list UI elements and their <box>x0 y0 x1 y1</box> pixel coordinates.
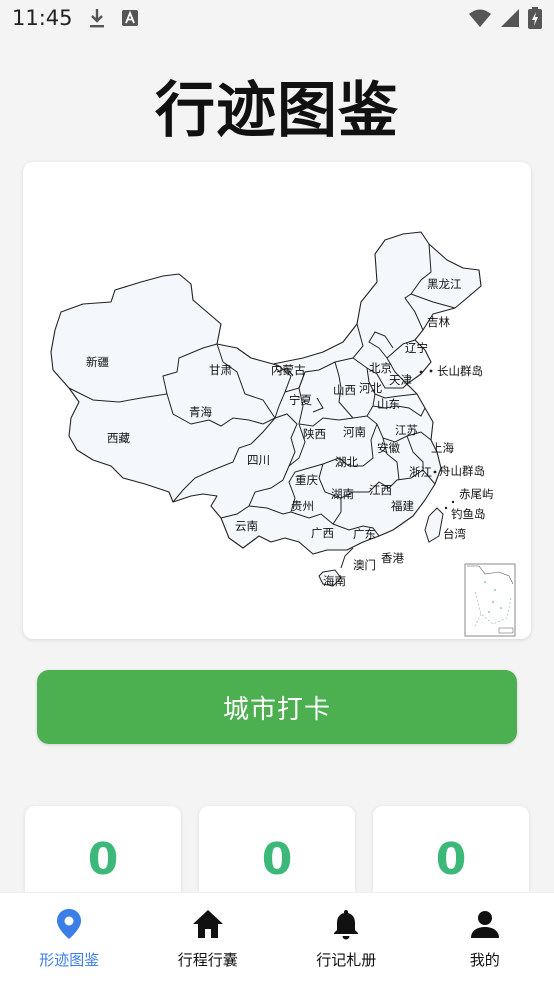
status-time: 11:45 <box>12 6 73 30</box>
page-title: 行迹图鉴 <box>155 76 399 146</box>
nav-label-journal: 行记札册 <box>316 951 377 969</box>
province-label-hainan[interactable]: 海南 <box>323 574 346 588</box>
nav-label-trips: 行程行囊 <box>177 951 238 969</box>
wifi-icon <box>469 9 491 27</box>
province-label-shandong[interactable]: 山东 <box>377 397 400 411</box>
province-label-shaanxi[interactable]: 陕西 <box>303 427 326 441</box>
province-label-henan[interactable]: 河南 <box>343 425 366 439</box>
province-label-hebei[interactable]: 河北 <box>359 381 382 395</box>
province-label-jilin[interactable]: 吉林 <box>427 315 450 329</box>
nav-item-journal[interactable]: 行记札册 <box>277 893 416 984</box>
zhoushan-islands-dot <box>433 470 437 474</box>
province-label-guizhou[interactable]: 贵州 <box>291 499 314 513</box>
province-label-anhui[interactable]: 安徽 <box>377 441 400 455</box>
keyboard-a-icon <box>121 10 138 26</box>
island-label-diaoyu: 钓鱼岛 <box>451 507 486 521</box>
battery-charging-icon <box>528 7 542 29</box>
province-label-yunnan[interactable]: 云南 <box>235 519 258 533</box>
province-label-hunan[interactable]: 湖南 <box>331 487 354 501</box>
status-bar: 11:45 <box>0 0 554 36</box>
province-label-guangxi[interactable]: 广西 <box>311 526 334 540</box>
person-icon <box>470 911 499 938</box>
province-label-xianggang[interactable]: 香港 <box>381 551 404 565</box>
province-label-taiwan[interactable]: 台湾 <box>443 527 466 541</box>
province-label-aomen[interactable]: 澳门 <box>353 558 376 572</box>
province-label-zhejiang[interactable]: 浙江 <box>409 465 432 479</box>
app-screen: 11:45 行迹图鉴 新疆 西藏 青海 甘肃 内蒙古 黑龙江 吉林 辽宁 北京 … <box>0 0 554 984</box>
south-china-sea-inset <box>464 563 516 637</box>
province-label-gansu[interactable]: 甘肃 <box>209 363 232 377</box>
diaoyu-island-dot <box>444 506 448 510</box>
province-label-tianjin[interactable]: 天津 <box>389 373 412 387</box>
china-map-card[interactable]: 新疆 西藏 青海 甘肃 内蒙古 黑龙江 吉林 辽宁 北京 天津 河北 山西 宁夏… <box>23 162 531 639</box>
nav-item-trips[interactable]: 行程行囊 <box>139 893 278 984</box>
changshan-islands-dot-2 <box>429 369 433 373</box>
nav-item-map[interactable]: 形迹图鉴 <box>0 893 139 984</box>
province-label-neimenggu[interactable]: 内蒙古 <box>271 363 306 377</box>
bottom-nav: 形迹图鉴 行程行囊 行记札册 我的 <box>0 892 554 984</box>
province-label-shanxi[interactable]: 山西 <box>333 383 356 397</box>
chiwei-islet-dot <box>451 500 455 504</box>
south-sea-coast <box>340 547 354 569</box>
location-pin-icon <box>57 909 82 939</box>
nav-label-profile: 我的 <box>469 951 500 969</box>
province-label-chongqing[interactable]: 重庆 <box>295 473 318 487</box>
download-icon <box>89 9 104 28</box>
province-label-hubei[interactable]: 湖北 <box>335 455 358 469</box>
signal-icon <box>501 9 519 27</box>
province-label-jiangxi[interactable]: 江西 <box>369 483 392 497</box>
nav-item-profile[interactable]: 我的 <box>416 893 554 984</box>
taiwan-island <box>424 507 444 543</box>
province-label-ningxia[interactable]: 宁夏 <box>289 393 312 407</box>
island-label-chiwei: 赤尾屿 <box>459 487 494 501</box>
province-label-guangdong[interactable]: 广东 <box>353 527 376 541</box>
province-label-xinjiang[interactable]: 新疆 <box>86 355 109 369</box>
nav-label-map: 形迹图鉴 <box>39 951 100 969</box>
island-label-zhoushan: 舟山群岛 <box>439 464 485 478</box>
home-icon <box>192 910 223 938</box>
city-checkin-button[interactable]: 城市打卡 <box>37 670 517 744</box>
province-label-fujian[interactable]: 福建 <box>391 499 414 513</box>
province-label-qinghai[interactable]: 青海 <box>189 405 212 419</box>
china-map[interactable]: 新疆 西藏 青海 甘肃 内蒙古 黑龙江 吉林 辽宁 北京 天津 河北 山西 宁夏… <box>23 162 531 639</box>
province-label-heilongjiang[interactable]: 黑龙江 <box>427 277 462 291</box>
province-label-liaoning[interactable]: 辽宁 <box>405 341 428 355</box>
province-label-xizang[interactable]: 西藏 <box>107 431 130 445</box>
island-label-changshan: 长山群岛 <box>437 364 483 378</box>
bell-icon <box>334 910 359 940</box>
province-label-sichuan[interactable]: 四川 <box>247 453 270 467</box>
china-map-outline <box>50 231 482 555</box>
province-label-jiangsu[interactable]: 江苏 <box>395 423 418 437</box>
province-label-shanghai[interactable]: 上海 <box>431 441 454 455</box>
changshan-islands-dot <box>419 370 423 374</box>
